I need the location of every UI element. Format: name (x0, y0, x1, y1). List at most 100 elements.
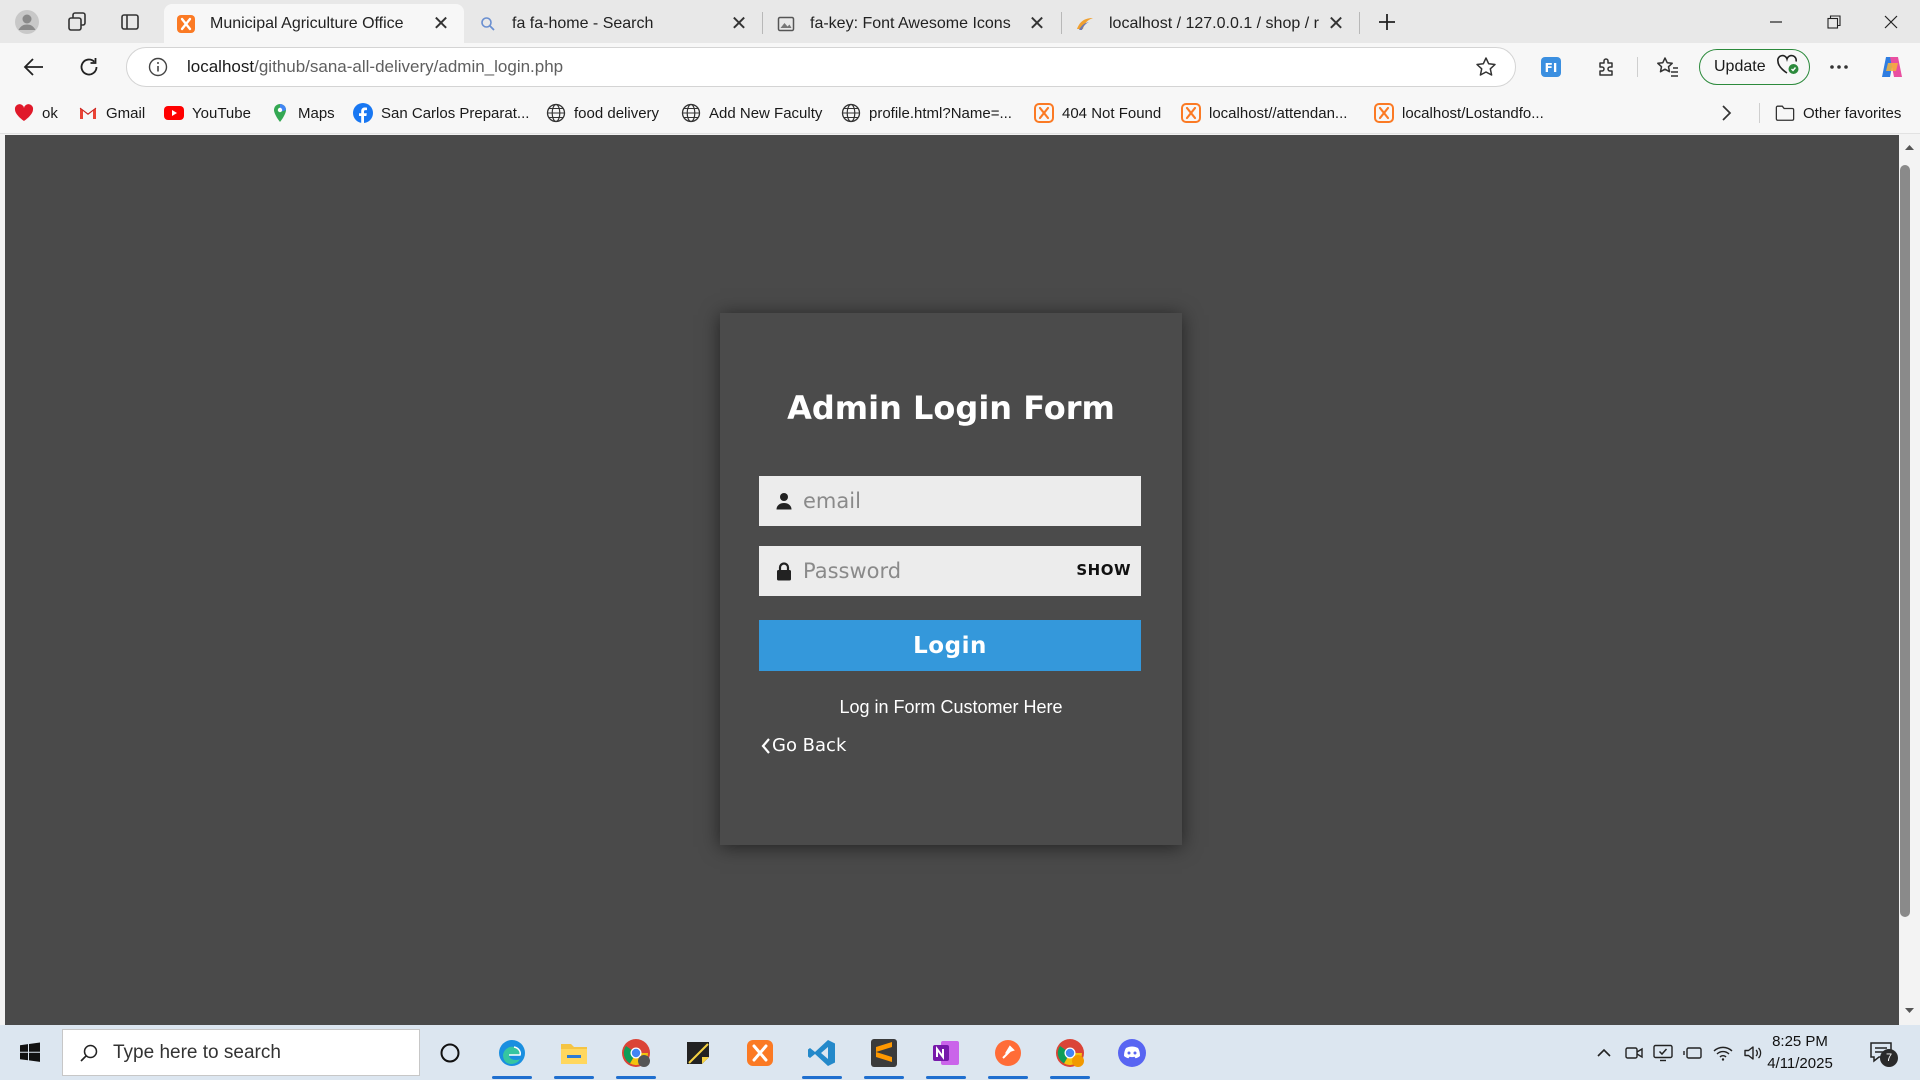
taskbar-sticky-notes[interactable] (669, 1025, 727, 1080)
favorite-youtube[interactable]: YouTube (164, 101, 251, 125)
browser-tab-strip: Municipal Agriculture Office ✕ fa fa-hom… (0, 0, 1920, 43)
active-indicator (1050, 1076, 1090, 1079)
tab-fa-home-search[interactable]: fa fa-home - Search ✕ (466, 4, 762, 43)
favorite-ok[interactable]: ok (14, 101, 58, 125)
close-tab-icon[interactable]: ✕ (430, 13, 452, 35)
tab-fa-key-icons[interactable]: fa-key: Font Awesome Icons ✕ (764, 4, 1060, 43)
windows-logo-icon (20, 1042, 40, 1062)
update-label: Update (1714, 58, 1766, 75)
show-password-toggle[interactable]: SHOW (1076, 561, 1131, 579)
back-button[interactable] (16, 50, 52, 84)
login-button[interactable]: Login (759, 620, 1141, 671)
tab-localhost-shop[interactable]: localhost / 127.0.0.1 / shop / rider ✕ (1063, 4, 1359, 43)
start-button[interactable] (0, 1025, 60, 1080)
taskbar-search-box[interactable]: Type here to search (62, 1029, 420, 1076)
favorite-add-new-faculty[interactable]: Add New Faculty (681, 101, 822, 125)
new-tab-button[interactable] (1371, 6, 1403, 38)
heart-icon (14, 103, 34, 123)
go-back-link[interactable]: Go Back (760, 735, 846, 756)
active-indicator (926, 1076, 966, 1079)
user-icon (773, 490, 795, 512)
email-field (759, 476, 1141, 526)
customer-login-link[interactable]: Log in Form Customer Here (720, 697, 1182, 718)
chevron-left-icon (761, 737, 770, 754)
favorites-list-icon (1657, 57, 1678, 77)
close-tab-icon[interactable]: ✕ (728, 13, 750, 35)
scrollbar-thumb[interactable] (1900, 165, 1910, 917)
sticky-notes-icon (687, 1041, 709, 1064)
restore-button[interactable] (1805, 0, 1863, 43)
favorite-san-carlos[interactable]: San Carlos Preparat... (353, 101, 529, 125)
close-tab-icon[interactable]: ✕ (1026, 13, 1048, 35)
puzzle-icon (1599, 58, 1613, 76)
tray-wifi[interactable] (1711, 1041, 1735, 1065)
tab-municipal-agriculture[interactable]: Municipal Agriculture Office ✕ (164, 4, 464, 43)
taskbar-search-placeholder: Type here to search (113, 1041, 281, 1063)
active-indicator (988, 1076, 1028, 1079)
favorite-gmail[interactable]: Gmail (78, 101, 145, 125)
favorites-overflow-button[interactable] (1720, 101, 1732, 125)
scroll-up-arrow-icon[interactable] (1904, 143, 1915, 151)
taskbar-chrome-profile[interactable] (607, 1025, 665, 1080)
tray-overflow-button[interactable] (1592, 1041, 1616, 1065)
search-icon (478, 14, 498, 34)
back-arrow-icon (23, 58, 43, 76)
favorite-maps[interactable]: Maps (270, 101, 335, 125)
youtube-icon (164, 103, 184, 123)
copilot-button[interactable] (1874, 50, 1910, 84)
taskbar-discord[interactable] (1103, 1025, 1161, 1080)
extensions-button[interactable] (1589, 50, 1625, 84)
favorites-button[interactable] (1650, 50, 1686, 84)
chrome-icon (1056, 1038, 1084, 1067)
favorite-404[interactable]: 404 Not Found (1034, 101, 1161, 125)
favorite-lostandfound[interactable]: localhost/Lostandfo... (1374, 101, 1544, 125)
favorites-bar: ok Gmail YouTube Maps San Carlos Prepara… (0, 91, 1920, 134)
tab-title: fa fa-home - Search (512, 14, 654, 32)
xampp-icon (1034, 103, 1054, 123)
extension-fi-button[interactable]: FI (1533, 50, 1569, 84)
taskbar-file-explorer[interactable] (545, 1025, 603, 1080)
settings-more-button[interactable] (1821, 50, 1857, 84)
taskbar-postman[interactable] (979, 1025, 1037, 1080)
active-indicator (554, 1076, 594, 1079)
taskbar-chrome-second[interactable] (1041, 1025, 1099, 1080)
notification-center-button[interactable]: 7 (1866, 1041, 1898, 1067)
other-favorites[interactable]: Other favorites (1775, 101, 1901, 125)
close-tab-icon[interactable]: ✕ (1325, 13, 1347, 35)
taskbar-vscode[interactable] (793, 1025, 851, 1080)
cortana-button[interactable] (421, 1025, 479, 1080)
taskbar-sublime[interactable] (855, 1025, 913, 1080)
workspaces-button[interactable] (61, 6, 93, 38)
folder-icon (561, 1043, 587, 1064)
chevron-right-icon (1722, 105, 1732, 121)
tab-actions-icon (121, 14, 139, 30)
profile-button[interactable] (11, 6, 43, 38)
address-bar[interactable]: localhost/github/sana-all-delivery/admin… (126, 47, 1516, 87)
xampp-icon (176, 14, 196, 34)
update-button[interactable]: Update (1699, 49, 1810, 85)
clock-time: 8:25 PM (1772, 1033, 1828, 1050)
taskbar-clock[interactable]: 8:25 PM 4/11/2025 (1760, 1031, 1840, 1075)
taskbar-edge[interactable] (483, 1025, 541, 1080)
taskbar-xampp[interactable] (731, 1025, 789, 1080)
favorite-profile[interactable]: profile.html?Name=... (841, 101, 1012, 125)
favorite-attendance[interactable]: localhost//attendan... (1181, 101, 1347, 125)
globe-icon (841, 103, 861, 123)
tray-meet-now[interactable] (1622, 1041, 1646, 1065)
email-input[interactable] (803, 489, 1063, 513)
tray-battery[interactable] (1681, 1041, 1705, 1065)
favorite-food-delivery[interactable]: food delivery (546, 101, 659, 125)
scroll-down-arrow-icon[interactable] (1904, 1007, 1915, 1015)
favorite-star-icon[interactable] (1475, 56, 1497, 83)
tray-security[interactable] (1651, 1041, 1675, 1065)
close-window-button[interactable] (1862, 0, 1920, 43)
site-info-icon[interactable] (148, 57, 168, 82)
password-field: SHOW (759, 546, 1141, 596)
favorite-label: Add New Faculty (709, 104, 823, 122)
minimize-button[interactable] (1747, 0, 1805, 43)
refresh-button[interactable] (71, 50, 107, 84)
globe-icon (546, 103, 566, 123)
password-input[interactable] (803, 559, 1063, 583)
taskbar-onenote[interactable] (917, 1025, 975, 1080)
vertical-tabs-button[interactable] (114, 6, 146, 38)
